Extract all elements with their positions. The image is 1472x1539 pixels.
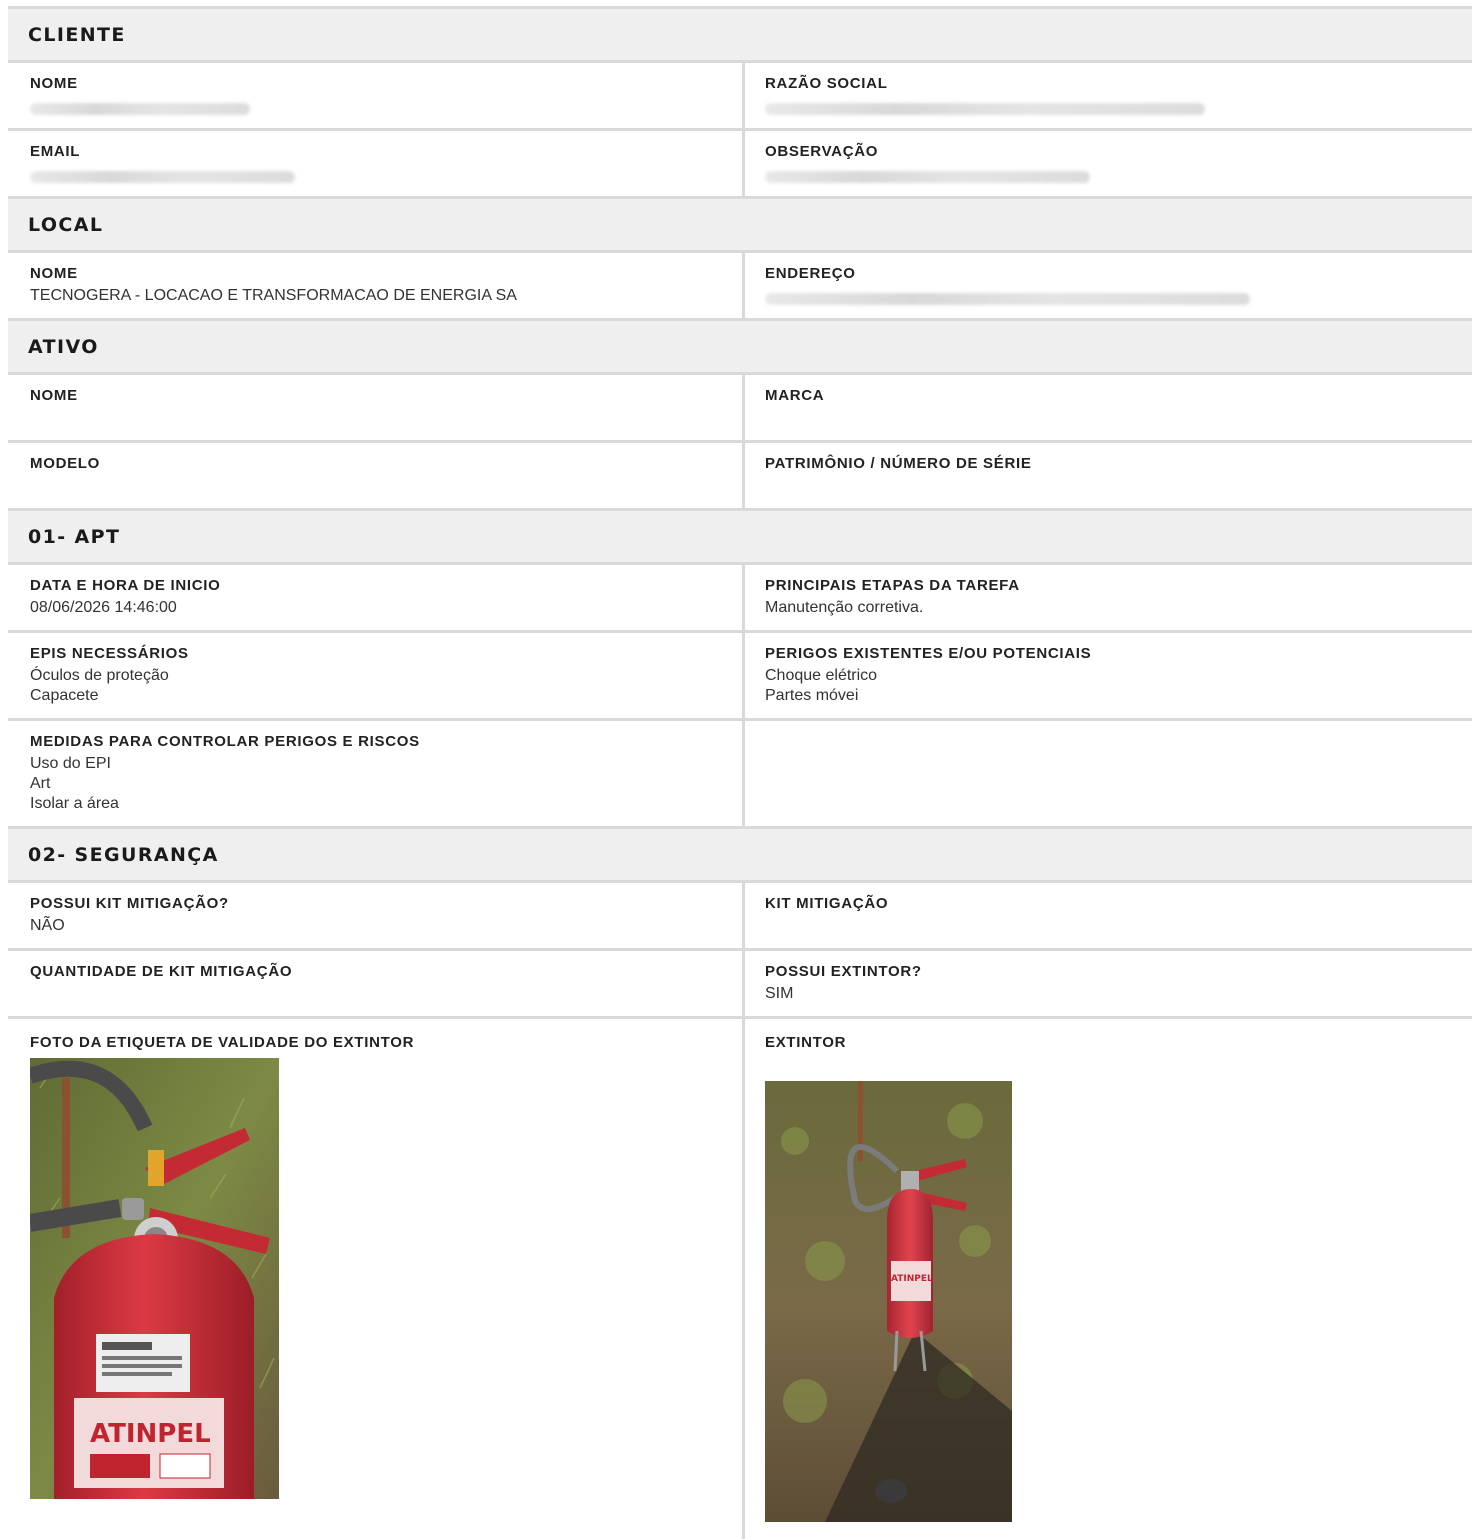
list-item: Óculos de proteção	[30, 667, 169, 684]
field-label: RAZÃO SOCIAL	[765, 75, 888, 92]
field-label: NOME	[30, 387, 78, 404]
section-title: 02- SEGURANÇA	[28, 843, 219, 866]
list-item: Isolar a área	[30, 795, 119, 812]
field-local-endereco: ENDEREÇO	[745, 253, 1472, 318]
field-medidas: MEDIDAS PARA CONTROLAR PERIGOS E RISCOS …	[8, 721, 745, 826]
list-item: Partes móvei	[765, 687, 859, 704]
row: MEDIDAS PARA CONTROLAR PERIGOS E RISCOS …	[8, 721, 1472, 829]
field-ativo-modelo: MODELO	[8, 443, 745, 508]
row: FOTO DA ETIQUETA DE VALIDADE DO EXTINTOR	[8, 1019, 1472, 1539]
field-cliente-nome: NOME	[8, 63, 745, 128]
photo-extinguisher-label[interactable]: ATINPEL	[30, 1058, 720, 1499]
field-label: MEDIDAS PARA CONTROLAR PERIGOS E RISCOS	[30, 733, 420, 750]
section-header-apt: 01- APT	[8, 511, 1472, 565]
field-principais-etapas: PRINCIPAIS ETAPAS DA TAREFA Manutenção c…	[745, 565, 1472, 630]
section-title: 01- APT	[28, 525, 121, 548]
field-label: POSSUI KIT MITIGAÇÃO?	[30, 895, 229, 912]
field-quantidade-kit: QUANTIDADE DE KIT MITIGAÇÃO	[8, 951, 745, 1016]
field-label: PRINCIPAIS ETAPAS DA TAREFA	[765, 577, 1020, 594]
field-label: ENDEREÇO	[765, 265, 856, 282]
field-value-list: Choque elétrico Partes móvei	[765, 666, 1450, 706]
list-item: Uso do EPI	[30, 755, 111, 772]
field-extintor: EXTINTOR ATINPEL	[745, 1019, 1472, 1539]
field-label: DATA E HORA DE INICIO	[30, 577, 221, 594]
row: QUANTIDADE DE KIT MITIGAÇÃO POSSUI EXTIN…	[8, 951, 1472, 1019]
row: NOME TECNOGERA - LOCACAO E TRANSFORMACAO…	[8, 253, 1472, 321]
field-label: NOME	[30, 75, 78, 92]
field-cliente-observacao: OBSERVAÇÃO	[745, 131, 1472, 196]
list-item: Choque elétrico	[765, 667, 878, 684]
list-item: Capacete	[30, 687, 99, 704]
field-value: TECNOGERA - LOCACAO E TRANSFORMACAO DE E…	[30, 287, 517, 304]
section-header-cliente: CLIENTE	[8, 9, 1472, 63]
section-header-ativo: ATIVO	[8, 321, 1472, 375]
field-cliente-razao-social: RAZÃO SOCIAL	[745, 63, 1472, 128]
extinguisher-field-image: ATINPEL	[765, 1081, 1012, 1522]
field-label: PATRIMÔNIO / NÚMERO DE SÉRIE	[765, 455, 1032, 472]
field-label: QUANTIDADE DE KIT MITIGAÇÃO	[30, 963, 293, 980]
field-label: MODELO	[30, 455, 101, 472]
section-title: LOCAL	[28, 213, 104, 236]
field-label: EXTINTOR	[765, 1034, 847, 1051]
field-label: PERIGOS EXISTENTES E/OU POTENCIAIS	[765, 645, 1092, 662]
field-value: 08/06/2026 14:46:00	[30, 599, 177, 616]
field-possui-kit: POSSUI KIT MITIGAÇÃO? NÃO	[8, 883, 745, 948]
redacted-value	[30, 103, 250, 115]
row: EMAIL OBSERVAÇÃO	[8, 131, 1472, 199]
redacted-value	[765, 171, 1090, 183]
field-ativo-patrimonio: PATRIMÔNIO / NÚMERO DE SÉRIE	[745, 443, 1472, 508]
row: POSSUI KIT MITIGAÇÃO? NÃO KIT MITIGAÇÃO	[8, 883, 1472, 951]
redacted-value	[765, 293, 1250, 305]
field-label: OBSERVAÇÃO	[765, 143, 879, 160]
row: MODELO PATRIMÔNIO / NÚMERO DE SÉRIE	[8, 443, 1472, 511]
svg-text:ATINPEL: ATINPEL	[90, 1419, 211, 1449]
field-local-nome: NOME TECNOGERA - LOCACAO E TRANSFORMACAO…	[8, 253, 745, 318]
field-ativo-nome: NOME	[8, 375, 745, 440]
photo-extinguisher[interactable]: ATINPEL	[765, 1081, 1450, 1522]
report: CLIENTE NOME RAZÃO SOCIAL EMAIL OBSERVAÇ…	[8, 6, 1472, 1539]
extinguisher-closeup-image: ATINPEL	[30, 1058, 279, 1499]
row: DATA E HORA DE INICIO 08/06/2026 14:46:0…	[8, 565, 1472, 633]
field-label: EPIS NECESSÁRIOS	[30, 645, 189, 662]
field-label: MARCA	[765, 387, 825, 404]
field-value: NÃO	[30, 917, 65, 934]
section-title: ATIVO	[28, 335, 99, 358]
list-item: Art	[30, 775, 51, 792]
redacted-value	[765, 103, 1205, 115]
row: NOME MARCA	[8, 375, 1472, 443]
section-header-local: LOCAL	[8, 199, 1472, 253]
svg-text:ATINPEL: ATINPEL	[891, 1274, 933, 1284]
field-value-list: Uso do EPI Art Isolar a área	[30, 754, 720, 814]
field-data-hora-inicio: DATA E HORA DE INICIO 08/06/2026 14:46:0…	[8, 565, 745, 630]
field-kit-mitigacao: KIT MITIGAÇÃO	[745, 883, 1472, 948]
field-label: NOME	[30, 265, 78, 282]
field-label: FOTO DA ETIQUETA DE VALIDADE DO EXTINTOR	[30, 1034, 415, 1051]
field-value: Manutenção corretiva.	[765, 599, 924, 616]
empty-cell	[745, 721, 1472, 826]
row: NOME RAZÃO SOCIAL	[8, 63, 1472, 131]
section-header-seguranca: 02- SEGURANÇA	[8, 829, 1472, 883]
field-value: SIM	[765, 985, 794, 1002]
field-epis-necessarios: EPIS NECESSÁRIOS Óculos de proteção Capa…	[8, 633, 745, 718]
field-value-list: Óculos de proteção Capacete	[30, 666, 720, 706]
row: EPIS NECESSÁRIOS Óculos de proteção Capa…	[8, 633, 1472, 721]
field-possui-extintor: POSSUI EXTINTOR? SIM	[745, 951, 1472, 1016]
field-foto-etiqueta: FOTO DA ETIQUETA DE VALIDADE DO EXTINTOR	[8, 1019, 745, 1539]
section-title: CLIENTE	[28, 23, 126, 46]
field-ativo-marca: MARCA	[745, 375, 1472, 440]
redacted-value	[30, 171, 295, 183]
field-label: EMAIL	[30, 143, 81, 160]
field-perigos: PERIGOS EXISTENTES E/OU POTENCIAIS Choqu…	[745, 633, 1472, 718]
field-label: KIT MITIGAÇÃO	[765, 895, 889, 912]
field-cliente-email: EMAIL	[8, 131, 745, 196]
field-label: POSSUI EXTINTOR?	[765, 963, 922, 980]
